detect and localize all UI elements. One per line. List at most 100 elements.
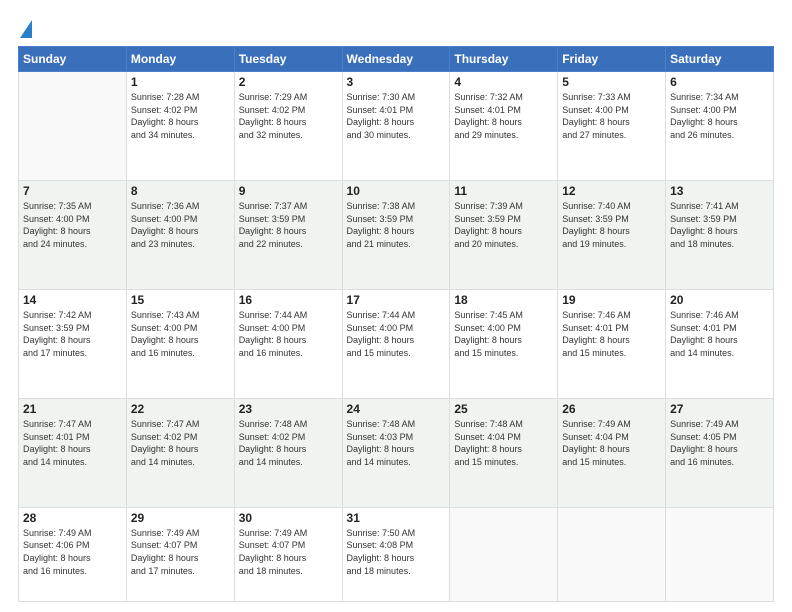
day-number: 17 bbox=[347, 293, 446, 307]
calendar-cell: 28 Sunrise: 7:49 AM Sunset: 4:06 PM Dayli… bbox=[19, 507, 127, 601]
day-number: 25 bbox=[454, 402, 553, 416]
day-info: Sunrise: 7:30 AM Sunset: 4:01 PM Dayligh… bbox=[347, 91, 446, 141]
day-info: Sunrise: 7:39 AM Sunset: 3:59 PM Dayligh… bbox=[454, 200, 553, 250]
day-info: Sunrise: 7:49 AM Sunset: 4:07 PM Dayligh… bbox=[131, 527, 230, 577]
day-number: 24 bbox=[347, 402, 446, 416]
day-number: 31 bbox=[347, 511, 446, 525]
day-info: Sunrise: 7:48 AM Sunset: 4:04 PM Dayligh… bbox=[454, 418, 553, 468]
calendar-cell: 6 Sunrise: 7:34 AM Sunset: 4:00 PM Daylig… bbox=[666, 72, 774, 181]
day-info: Sunrise: 7:42 AM Sunset: 3:59 PM Dayligh… bbox=[23, 309, 122, 359]
day-info: Sunrise: 7:43 AM Sunset: 4:00 PM Dayligh… bbox=[131, 309, 230, 359]
day-number: 30 bbox=[239, 511, 338, 525]
calendar-cell: 24 Sunrise: 7:48 AM Sunset: 4:03 PM Dayli… bbox=[342, 398, 450, 507]
day-number: 20 bbox=[670, 293, 769, 307]
day-info: Sunrise: 7:48 AM Sunset: 4:02 PM Dayligh… bbox=[239, 418, 338, 468]
day-number: 26 bbox=[562, 402, 661, 416]
day-info: Sunrise: 7:48 AM Sunset: 4:03 PM Dayligh… bbox=[347, 418, 446, 468]
calendar-cell: 9 Sunrise: 7:37 AM Sunset: 3:59 PM Daylig… bbox=[234, 180, 342, 289]
weekday-header: Wednesday bbox=[342, 47, 450, 72]
calendar-week-row: 21 Sunrise: 7:47 AM Sunset: 4:01 PM Dayli… bbox=[19, 398, 774, 507]
day-info: Sunrise: 7:47 AM Sunset: 4:01 PM Dayligh… bbox=[23, 418, 122, 468]
logo bbox=[18, 18, 32, 38]
day-number: 2 bbox=[239, 75, 338, 89]
day-info: Sunrise: 7:46 AM Sunset: 4:01 PM Dayligh… bbox=[670, 309, 769, 359]
day-number: 22 bbox=[131, 402, 230, 416]
day-info: Sunrise: 7:32 AM Sunset: 4:01 PM Dayligh… bbox=[454, 91, 553, 141]
day-number: 18 bbox=[454, 293, 553, 307]
calendar-cell: 26 Sunrise: 7:49 AM Sunset: 4:04 PM Dayli… bbox=[558, 398, 666, 507]
day-info: Sunrise: 7:35 AM Sunset: 4:00 PM Dayligh… bbox=[23, 200, 122, 250]
day-number: 21 bbox=[23, 402, 122, 416]
day-info: Sunrise: 7:33 AM Sunset: 4:00 PM Dayligh… bbox=[562, 91, 661, 141]
day-number: 7 bbox=[23, 184, 122, 198]
calendar-cell: 17Sunrise: 7:44 AM Sunset: 4:00 PM Dayli… bbox=[342, 289, 450, 398]
calendar: SundayMondayTuesdayWednesdayThursdayFrid… bbox=[18, 46, 774, 602]
weekday-header: Saturday bbox=[666, 47, 774, 72]
weekday-header-row: SundayMondayTuesdayWednesdayThursdayFrid… bbox=[19, 47, 774, 72]
calendar-cell: 30 Sunrise: 7:49 AM Sunset: 4:07 PM Dayli… bbox=[234, 507, 342, 601]
day-info: Sunrise: 7:49 AM Sunset: 4:06 PM Dayligh… bbox=[23, 527, 122, 577]
calendar-cell: 1 Sunrise: 7:28 AM Sunset: 4:02 PM Daylig… bbox=[126, 72, 234, 181]
calendar-cell: 27Sunrise: 7:49 AM Sunset: 4:05 PM Dayli… bbox=[666, 398, 774, 507]
calendar-cell bbox=[450, 507, 558, 601]
calendar-cell: 20 Sunrise: 7:46 AM Sunset: 4:01 PM Dayli… bbox=[666, 289, 774, 398]
page: SundayMondayTuesdayWednesdayThursdayFrid… bbox=[0, 0, 792, 612]
weekday-header: Thursday bbox=[450, 47, 558, 72]
day-info: Sunrise: 7:50 AM Sunset: 4:08 PM Dayligh… bbox=[347, 527, 446, 577]
calendar-cell: 3 Sunrise: 7:30 AM Sunset: 4:01 PM Daylig… bbox=[342, 72, 450, 181]
day-number: 19 bbox=[562, 293, 661, 307]
calendar-cell bbox=[19, 72, 127, 181]
calendar-week-row: 7 Sunrise: 7:35 AM Sunset: 4:00 PM Daylig… bbox=[19, 180, 774, 289]
day-info: Sunrise: 7:29 AM Sunset: 4:02 PM Dayligh… bbox=[239, 91, 338, 141]
day-number: 5 bbox=[562, 75, 661, 89]
day-info: Sunrise: 7:49 AM Sunset: 4:04 PM Dayligh… bbox=[562, 418, 661, 468]
day-number: 15 bbox=[131, 293, 230, 307]
calendar-week-row: 28 Sunrise: 7:49 AM Sunset: 4:06 PM Dayli… bbox=[19, 507, 774, 601]
day-info: Sunrise: 7:47 AM Sunset: 4:02 PM Dayligh… bbox=[131, 418, 230, 468]
calendar-cell: 23 Sunrise: 7:48 AM Sunset: 4:02 PM Dayli… bbox=[234, 398, 342, 507]
day-info: Sunrise: 7:37 AM Sunset: 3:59 PM Dayligh… bbox=[239, 200, 338, 250]
day-info: Sunrise: 7:44 AM Sunset: 4:00 PM Dayligh… bbox=[239, 309, 338, 359]
day-number: 6 bbox=[670, 75, 769, 89]
logo-triangle-icon bbox=[20, 20, 32, 38]
calendar-cell: 13 Sunrise: 7:41 AM Sunset: 3:59 PM Dayli… bbox=[666, 180, 774, 289]
day-number: 13 bbox=[670, 184, 769, 198]
calendar-cell: 22 Sunrise: 7:47 AM Sunset: 4:02 PM Dayli… bbox=[126, 398, 234, 507]
weekday-header: Sunday bbox=[19, 47, 127, 72]
calendar-cell: 21 Sunrise: 7:47 AM Sunset: 4:01 PM Dayli… bbox=[19, 398, 127, 507]
day-info: Sunrise: 7:46 AM Sunset: 4:01 PM Dayligh… bbox=[562, 309, 661, 359]
calendar-cell: 25 Sunrise: 7:48 AM Sunset: 4:04 PM Dayli… bbox=[450, 398, 558, 507]
day-info: Sunrise: 7:36 AM Sunset: 4:00 PM Dayligh… bbox=[131, 200, 230, 250]
weekday-header: Tuesday bbox=[234, 47, 342, 72]
day-info: Sunrise: 7:38 AM Sunset: 3:59 PM Dayligh… bbox=[347, 200, 446, 250]
calendar-cell: 12Sunrise: 7:40 AM Sunset: 3:59 PM Dayli… bbox=[558, 180, 666, 289]
day-number: 27 bbox=[670, 402, 769, 416]
day-number: 28 bbox=[23, 511, 122, 525]
day-info: Sunrise: 7:34 AM Sunset: 4:00 PM Dayligh… bbox=[670, 91, 769, 141]
calendar-cell: 29 Sunrise: 7:49 AM Sunset: 4:07 PM Dayli… bbox=[126, 507, 234, 601]
calendar-cell: 10Sunrise: 7:38 AM Sunset: 3:59 PM Dayli… bbox=[342, 180, 450, 289]
calendar-cell bbox=[558, 507, 666, 601]
calendar-cell: 5 Sunrise: 7:33 AM Sunset: 4:00 PM Daylig… bbox=[558, 72, 666, 181]
calendar-cell: 31 Sunrise: 7:50 AM Sunset: 4:08 PM Dayli… bbox=[342, 507, 450, 601]
day-number: 3 bbox=[347, 75, 446, 89]
day-number: 1 bbox=[131, 75, 230, 89]
calendar-week-row: 14 Sunrise: 7:42 AM Sunset: 3:59 PM Dayli… bbox=[19, 289, 774, 398]
day-info: Sunrise: 7:49 AM Sunset: 4:07 PM Dayligh… bbox=[239, 527, 338, 577]
calendar-cell: 2 Sunrise: 7:29 AM Sunset: 4:02 PM Daylig… bbox=[234, 72, 342, 181]
day-number: 14 bbox=[23, 293, 122, 307]
day-number: 16 bbox=[239, 293, 338, 307]
day-number: 9 bbox=[239, 184, 338, 198]
calendar-week-row: 1 Sunrise: 7:28 AM Sunset: 4:02 PM Daylig… bbox=[19, 72, 774, 181]
day-number: 23 bbox=[239, 402, 338, 416]
calendar-cell: 16 Sunrise: 7:44 AM Sunset: 4:00 PM Dayli… bbox=[234, 289, 342, 398]
calendar-cell: 7 Sunrise: 7:35 AM Sunset: 4:00 PM Daylig… bbox=[19, 180, 127, 289]
day-info: Sunrise: 7:41 AM Sunset: 3:59 PM Dayligh… bbox=[670, 200, 769, 250]
day-info: Sunrise: 7:40 AM Sunset: 3:59 PM Dayligh… bbox=[562, 200, 661, 250]
weekday-header: Friday bbox=[558, 47, 666, 72]
calendar-cell: 14 Sunrise: 7:42 AM Sunset: 3:59 PM Dayli… bbox=[19, 289, 127, 398]
weekday-header: Monday bbox=[126, 47, 234, 72]
day-info: Sunrise: 7:28 AM Sunset: 4:02 PM Dayligh… bbox=[131, 91, 230, 141]
header bbox=[18, 18, 774, 38]
day-number: 29 bbox=[131, 511, 230, 525]
